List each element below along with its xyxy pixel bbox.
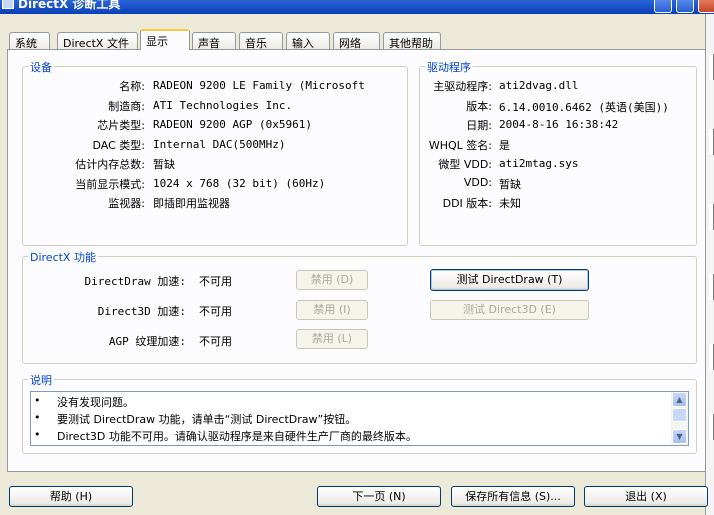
driver-date-label: 日期: — [466, 119, 492, 132]
tab-system[interactable]: 系统 — [9, 32, 50, 50]
vdd-value: 暂缺 — [499, 178, 521, 191]
total-memory-label: 估计内存总数: — [75, 158, 145, 171]
directx-features-group-label: DirectX 功能 — [28, 249, 98, 265]
next-page-button[interactable]: 下一页 (N) — [317, 486, 441, 507]
mini-vdd-label: 微型 VDD: — [438, 158, 492, 171]
help-button[interactable]: 帮助 (H) — [9, 486, 133, 507]
display-mode-value: 1024 x 768 (32 bit) (60Hz) — [153, 177, 326, 190]
tab-network[interactable]: 网络 — [333, 32, 380, 50]
disable-directdraw-button[interactable]: 禁用 (D) — [296, 270, 368, 290]
tab-label: 显示 — [146, 35, 168, 48]
disable-direct3d-button[interactable]: 禁用 (I) — [296, 300, 368, 320]
display-mode-label: 当前显示模式: — [75, 178, 145, 191]
device-name-value: RADEON 9200 LE Family (Microsoft — [153, 79, 365, 92]
minimize-button[interactable] — [654, 0, 672, 13]
notes-group-label: 说明 — [28, 372, 54, 388]
test-direct3d-button[interactable]: 测试 Direct3D (E) — [430, 300, 589, 320]
exit-button[interactable]: 退出 (X) — [584, 486, 708, 507]
whql-value: 是 — [499, 139, 510, 152]
manufacturer-label: 制造商: — [108, 100, 145, 113]
drivers-group-label: 驱动程序 — [425, 59, 473, 75]
monitor-value: 即插即用监视器 — [153, 197, 230, 210]
whql-label: WHQL 签名: — [428, 139, 492, 152]
vdd-label: VDD: — [463, 176, 492, 189]
main-driver-label: 主驱动程序: — [433, 80, 492, 93]
dac-type-value: Internal DAC(500MHz) — [153, 138, 286, 151]
manufacturer-value: ATI Technologies Inc. — [153, 99, 293, 112]
background-window-edge — [705, 14, 714, 515]
direct3d-accel-label: Direct3D 加速: — [97, 305, 186, 318]
note-text: 要测试 DirectDraw 功能，请单击“测试 DirectDraw”按钮。 — [57, 413, 357, 426]
tab-directx-files[interactable]: DirectX 文件 — [57, 32, 138, 50]
note-text: Direct3D 功能不可用。请确认驱动程序是来自硬件生产厂商的最终版本。 — [57, 430, 417, 443]
chip-type-value: RADEON 9200 AGP (0x5961) — [153, 118, 312, 131]
save-all-info-button[interactable]: 保存所有信息 (S)... — [451, 486, 575, 507]
ddi-version-value: 未知 — [499, 197, 521, 210]
bullet: • — [34, 411, 41, 424]
directx-app-icon[interactable] — [2, 0, 14, 9]
bullet: • — [34, 394, 41, 407]
total-memory-value: 暂缺 — [153, 158, 175, 171]
window-title: DirectX 诊断工具 — [18, 0, 121, 11]
bullet: • — [34, 428, 41, 441]
notes-scrollbar[interactable]: ▲ ▼ — [671, 392, 688, 445]
tab-music[interactable]: 音乐 — [239, 32, 283, 50]
maximize-button[interactable] — [676, 0, 694, 13]
notes-list[interactable]: • 没有发现问题。 • 要测试 DirectDraw 功能，请单击“测试 Dir… — [30, 391, 689, 446]
title-bar[interactable]: DirectX 诊断工具 — [0, 0, 714, 14]
chip-type-label: 芯片类型: — [97, 119, 145, 132]
driver-version-label: 版本: — [466, 100, 492, 113]
agp-texture-accel-label: AGP 纹理加速: — [108, 335, 186, 348]
scroll-thumb[interactable] — [672, 408, 687, 422]
scroll-up-icon[interactable]: ▲ — [672, 392, 687, 407]
device-group-label: 设备 — [28, 59, 54, 75]
close-button[interactable] — [698, 0, 714, 13]
mini-vdd-value: ati2mtag.sys — [499, 157, 579, 170]
main-driver-value: ati2dvag.dll — [499, 79, 579, 92]
device-name-label: 名称: — [119, 80, 145, 93]
directdraw-accel-value: 不可用 — [199, 275, 232, 288]
scroll-down-icon[interactable]: ▼ — [672, 429, 687, 444]
disable-agp-texture-button[interactable]: 禁用 (L) — [296, 329, 368, 349]
driver-version-value: 6.14.0010.6462 (英语(美国)) — [499, 101, 669, 114]
tab-input[interactable]: 输入 — [286, 32, 330, 50]
tab-more-help[interactable]: 其他帮助 — [383, 32, 441, 50]
ddi-version-label: DDI 版本: — [442, 197, 492, 210]
dac-type-label: DAC 类型: — [92, 139, 146, 152]
note-text: 没有发现问题。 — [57, 396, 134, 409]
test-directdraw-button[interactable]: 测试 DirectDraw (T) — [430, 269, 589, 291]
tab-sound[interactable]: 声音 — [192, 32, 236, 50]
monitor-label: 监视器: — [108, 197, 145, 210]
direct3d-accel-value: 不可用 — [199, 305, 232, 318]
driver-date-value: 2004-8-16 16:38:42 — [499, 118, 619, 131]
tab-display[interactable]: 显示 — [140, 29, 190, 50]
agp-texture-accel-value: 不可用 — [199, 335, 232, 348]
directdraw-accel-label: DirectDraw 加速: — [84, 275, 186, 288]
